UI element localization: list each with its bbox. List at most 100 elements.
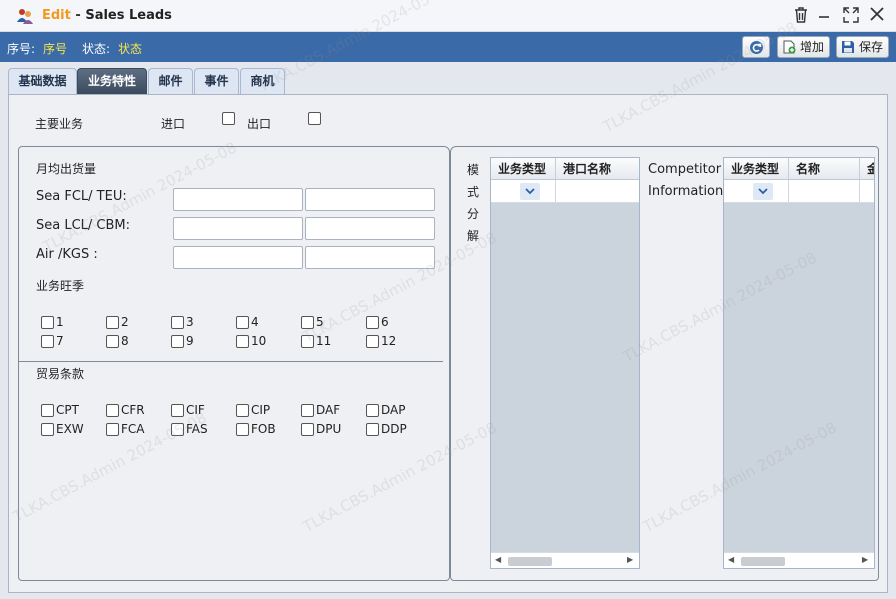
month-checkbox[interactable] xyxy=(366,316,379,329)
grid-column-amount[interactable]: 金 xyxy=(860,158,874,180)
month-label: 6 xyxy=(381,315,389,329)
sea-lcl-input-2[interactable] xyxy=(305,217,435,240)
seq-value: 序号 xyxy=(43,42,68,56)
close-icon[interactable] xyxy=(868,7,886,25)
monthly-volume-title: 月均出货量 xyxy=(36,162,97,176)
grid-column-port-name[interactable]: 港口名称 xyxy=(556,158,639,180)
air-input-1[interactable] xyxy=(173,246,303,269)
business-type-cell[interactable] xyxy=(491,180,556,203)
port-name-cell[interactable] xyxy=(556,180,639,203)
minimize-icon[interactable] xyxy=(815,7,833,25)
chevron-down-icon[interactable] xyxy=(753,183,773,200)
table-row[interactable] xyxy=(491,180,639,203)
month-checkbox[interactable] xyxy=(236,335,249,348)
trade-term-checkbox[interactable] xyxy=(366,423,379,436)
month-checkbox[interactable] xyxy=(106,316,119,329)
sea-lcl-input-1[interactable] xyxy=(173,217,303,240)
save-icon xyxy=(842,41,854,53)
business-type-cell[interactable] xyxy=(724,180,789,203)
grid-header: 业务类型 名称 金 xyxy=(724,158,874,180)
main-area: 基础数据 业务特性 邮件 事件 商机 主要业务 进口 出口 月均出货量 Sea … xyxy=(0,62,896,599)
export-checkbox[interactable] xyxy=(308,112,321,125)
trade-term-checkbox[interactable] xyxy=(301,404,314,417)
month-checkbox[interactable] xyxy=(41,335,54,348)
edit-label: Edit xyxy=(42,8,71,23)
month-checkbox[interactable] xyxy=(171,335,184,348)
trade-term-checkbox[interactable] xyxy=(171,404,184,417)
name-cell[interactable] xyxy=(789,180,860,203)
air-input-2[interactable] xyxy=(305,246,435,269)
tab-business-features[interactable]: 业务特性 xyxy=(77,68,147,94)
month-checkbox[interactable] xyxy=(301,316,314,329)
month-label: 1 xyxy=(56,315,64,329)
trade-term-checkbox[interactable] xyxy=(106,404,119,417)
month-label: 11 xyxy=(316,334,332,348)
mode-split-char: 式 xyxy=(467,185,480,199)
trade-term-checkbox[interactable] xyxy=(41,404,54,417)
trade-term-label: EXW xyxy=(56,422,84,436)
scroll-right-icon[interactable]: ▶ xyxy=(627,555,633,564)
tab-mail[interactable]: 邮件 xyxy=(148,68,193,94)
month-checkbox[interactable] xyxy=(171,316,184,329)
table-row[interactable] xyxy=(724,180,874,203)
trade-term-label: DAF xyxy=(316,403,341,417)
grid-column-business-type[interactable]: 业务类型 xyxy=(724,158,789,180)
refresh-icon xyxy=(750,41,763,54)
month-checkbox[interactable] xyxy=(366,335,379,348)
users-icon xyxy=(17,9,33,24)
month-checkbox[interactable] xyxy=(236,316,249,329)
trade-term-checkbox[interactable] xyxy=(366,404,379,417)
trade-term-checkbox[interactable] xyxy=(301,423,314,436)
month-label: 3 xyxy=(186,315,194,329)
trade-term-checkbox[interactable] xyxy=(171,423,184,436)
tab-basic-data[interactable]: 基础数据 xyxy=(8,68,77,94)
window-title: Edit - Sales Leads xyxy=(42,8,172,23)
tab-events[interactable]: 事件 xyxy=(194,68,239,94)
tab-opportunities[interactable]: 商机 xyxy=(240,68,285,94)
trade-term-label: CFR xyxy=(121,403,145,417)
month-label: 2 xyxy=(121,315,129,329)
scroll-right-icon[interactable]: ▶ xyxy=(862,555,868,564)
competitor-grid: 业务类型 名称 金 ◀ ▶ xyxy=(723,157,875,569)
trade-term-label: FAS xyxy=(186,422,208,436)
maximize-icon[interactable] xyxy=(842,7,860,25)
trade-term-checkbox[interactable] xyxy=(106,423,119,436)
month-label: 4 xyxy=(251,315,259,329)
scrollbar-thumb[interactable] xyxy=(741,557,785,566)
trade-term-label: FCA xyxy=(121,422,145,436)
trade-term-label: FOB xyxy=(251,422,276,436)
horizontal-scrollbar[interactable]: ◀ ▶ xyxy=(491,552,639,568)
status-value: 状态 xyxy=(118,42,143,56)
volume-group-box xyxy=(18,146,450,581)
month-label: 5 xyxy=(316,315,324,329)
save-button[interactable]: 保存 xyxy=(836,36,889,58)
peak-season-title: 业务旺季 xyxy=(36,279,85,293)
trade-term-checkbox[interactable] xyxy=(236,404,249,417)
import-checkbox[interactable] xyxy=(222,112,235,125)
trade-terms-title: 贸易条款 xyxy=(36,367,85,381)
trade-term-checkbox[interactable] xyxy=(41,423,54,436)
month-checkbox[interactable] xyxy=(301,335,314,348)
trade-term-label: DAP xyxy=(381,403,406,417)
grid-column-name[interactable]: 名称 xyxy=(789,158,860,180)
trade-term-label: CIF xyxy=(186,403,205,417)
competitor-label-line2: Information xyxy=(648,184,724,199)
horizontal-scrollbar[interactable]: ◀ ▶ xyxy=(724,552,874,568)
import-label: 进口 xyxy=(161,117,186,131)
month-checkbox[interactable] xyxy=(41,316,54,329)
trade-term-label: CIP xyxy=(251,403,271,417)
refresh-button[interactable] xyxy=(742,36,770,58)
add-button[interactable]: 增加 xyxy=(777,36,830,58)
amount-cell[interactable] xyxy=(860,180,874,203)
sea-fcl-input-1[interactable] xyxy=(173,188,303,211)
chevron-down-icon[interactable] xyxy=(520,183,540,200)
grid-column-business-type[interactable]: 业务类型 xyxy=(491,158,556,180)
scrollbar-thumb[interactable] xyxy=(508,557,552,566)
delete-icon[interactable] xyxy=(792,7,810,25)
month-checkbox[interactable] xyxy=(106,335,119,348)
scroll-left-icon[interactable]: ◀ xyxy=(728,555,734,564)
sea-fcl-input-2[interactable] xyxy=(305,188,435,211)
scroll-left-icon[interactable]: ◀ xyxy=(495,555,501,564)
mode-split-char: 模 xyxy=(467,163,480,177)
trade-term-checkbox[interactable] xyxy=(236,423,249,436)
